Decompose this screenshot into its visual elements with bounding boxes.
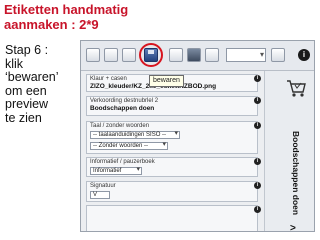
panel-info: Informatief / pauzerboek Informatief [86,157,258,177]
step-line: klik [5,56,24,71]
panel-label: Taal / zonder woorden [90,123,150,129]
info-icon[interactable]: i [254,75,261,82]
step-line: ‘bewaren’ [5,70,59,84]
step-line: Stap 6 : [5,43,49,57]
step-instructions: Stap 6 : klik ‘bewaren’ om een preview t… [5,43,71,125]
signature-input[interactable]: V [90,191,110,199]
info-icon[interactable]: i [254,158,261,165]
panel-label: Informatief / pauzerboek [90,159,155,165]
slide-title-line-2: aanmaken : 2*9 [4,17,99,32]
layout-button[interactable] [205,48,219,62]
panel-language: Taal / zonder woorden -- taalaanduidinge… [86,121,258,154]
slide-title-line-1: Etiketten handmatig [4,2,129,17]
print-button[interactable] [169,48,183,62]
toolbar: i [81,41,314,71]
shopping-cart-icon [287,80,306,97]
image-button[interactable] [271,48,285,62]
info-icon[interactable]: i [254,97,261,104]
template-button[interactable] [122,48,136,62]
save-tooltip: bewaren [149,75,184,87]
sidebar-title: Boodschappen doen [291,131,301,216]
slide-title: Etiketten handmatig aanmaken : 2*9 [4,2,164,32]
panel-empty [86,205,258,231]
info-icon[interactable]: i [254,206,261,213]
panel-signature: Signatuur V [86,181,258,202]
panel-value: Boodschappen doen [90,105,155,112]
language-select[interactable]: -- taalaanduidingen SISO -- [90,131,180,139]
step-line: preview [5,97,49,111]
words-select[interactable]: -- Zonder woorden -- [90,142,168,150]
open-button[interactable] [104,48,118,62]
panel-label: Signatuur [90,183,116,189]
preview-sidebar: Boodschappen doen > [264,71,314,231]
zoom-select[interactable] [226,48,266,62]
preview-button[interactable] [187,48,201,62]
step-line: om een [5,83,47,98]
info-icon[interactable]: i [254,122,261,129]
chevron-right-icon[interactable]: > [290,223,296,231]
new-document-button[interactable] [86,48,100,62]
step-line: te zien [5,110,42,125]
info-select[interactable]: Informatief [90,167,142,175]
label-editor-window: i bewaren Klaur + casen ZIZO_kleuder/KZ_… [80,40,315,232]
info-icon[interactable]: i [298,49,310,61]
highlight-circle [139,43,163,67]
panel-label: Verkoording destnubrlel 2 [90,98,159,104]
panel-label: Klaur + casen [90,76,127,82]
info-icon[interactable]: i [254,182,261,189]
panel-link: Verkoording destnubrlel 2 Boodschappen d… [86,96,258,116]
